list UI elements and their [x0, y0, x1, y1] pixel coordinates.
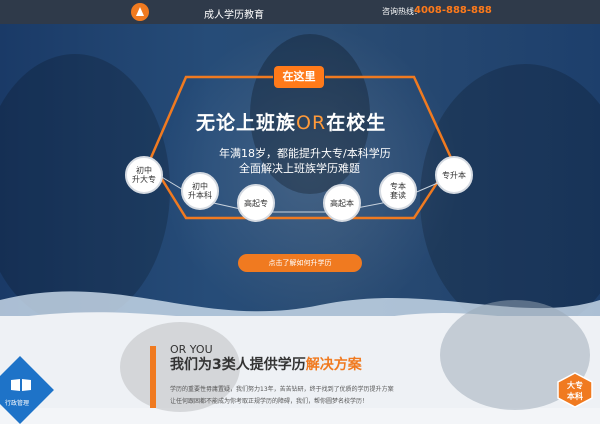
- headline-or: OR: [296, 112, 327, 134]
- section-text-1: 学历的重要性毋庸置疑，我们努力13年，苦苦钻研，终于找到了优质的学历提升方案: [170, 386, 394, 393]
- option-line1: 高起专: [244, 198, 268, 208]
- section-title-main: 我们为3类人提供学历: [170, 357, 306, 373]
- headline-part2: 在校生: [326, 112, 387, 134]
- book-icon: [11, 379, 31, 391]
- here-badge: 在这里: [274, 66, 324, 88]
- option-high-to-college[interactable]: 高起专: [237, 184, 275, 222]
- hero-headline: 无论上班族OR在校生: [196, 108, 412, 135]
- accent-bar: [150, 346, 156, 408]
- hex-label-line2: 本科: [567, 392, 583, 401]
- learn-more-button[interactable]: 点击了解如何升学历: [238, 254, 362, 272]
- corner-badge-label[interactable]: 行政管理: [3, 398, 32, 407]
- option-line1: 高起本: [330, 198, 354, 208]
- option-line1: 专升本: [442, 170, 466, 180]
- hexagon-badge-label[interactable]: 大专 本科: [562, 380, 588, 402]
- hero-subtitle-2: 全面解决上班族学历难题: [239, 162, 360, 175]
- section-title-highlight: 解决方案: [305, 357, 362, 373]
- hero-subtitle-1: 年满18岁，都能提升大专/本科学历: [219, 147, 391, 160]
- option-line2: 套读: [390, 191, 406, 200]
- headline-part1: 无论上班族: [196, 112, 297, 134]
- option-line2: 升本科: [188, 191, 212, 200]
- section-title: 我们为3类人提供学历解决方案: [170, 354, 362, 374]
- option-joint-study[interactable]: 专本 套读: [379, 172, 417, 210]
- option-line2: 升大专: [132, 175, 156, 184]
- option-junior-to-college[interactable]: 初中 升大专: [125, 156, 163, 194]
- hex-label-line1: 大专: [567, 381, 583, 390]
- option-line1: 初中: [136, 166, 152, 175]
- option-junior-to-bachelor[interactable]: 初中 升本科: [181, 172, 219, 210]
- option-line1: 专本: [390, 182, 406, 191]
- option-high-to-bachelor[interactable]: 高起本: [323, 184, 361, 222]
- option-line1: 初中: [192, 182, 208, 191]
- option-college-to-bachelor[interactable]: 专升本: [435, 156, 473, 194]
- section-text-2: 让任何跟困都不能成为你考取正规学历的障碍，我们，帮你圆梦名校学历！: [170, 398, 369, 405]
